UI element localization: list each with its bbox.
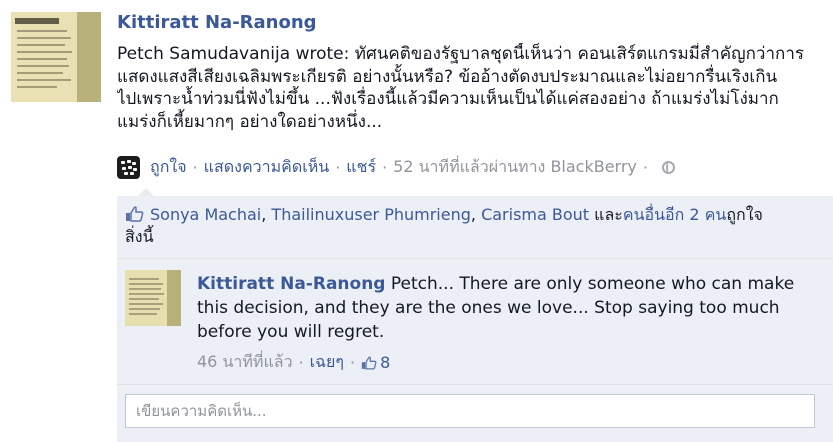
post-timestamp[interactable]: 52 นาทีที่แล้วผ่านทาง BlackBerry <box>393 155 637 180</box>
post-line: Petch Samudavanija wrote: ทัศนคติของรัฐบ… <box>117 44 804 64</box>
post-meta-row: ถูกใจ · แสดงความคิดเห็น · แชร์ · 52 นาที… <box>117 155 675 180</box>
separator: · <box>192 158 198 177</box>
thumbs-up-icon <box>361 356 377 370</box>
comma: , <box>470 205 482 224</box>
comment-timestamp[interactable]: 46 นาทีที่แล้ว <box>197 350 293 375</box>
post-author-name[interactable]: Kittiratt Na-Ranong <box>117 12 317 33</box>
post-body: Petch Samudavanija wrote: ทัศนคติของรัฐบ… <box>117 43 833 133</box>
divider <box>117 258 833 259</box>
liker-name[interactable]: Thailinuxuser Phumrieng <box>271 205 470 224</box>
thumbs-up-icon <box>126 206 144 222</box>
other-likers-link[interactable]: คนอื่นอีก 2 คน <box>623 205 726 224</box>
separator: · <box>298 353 304 372</box>
separator: · <box>382 158 388 177</box>
like-count-value: 8 <box>380 353 391 372</box>
separator: · <box>642 158 648 177</box>
globe-icon[interactable] <box>662 161 675 174</box>
separator: · <box>335 158 341 177</box>
comment-author-name[interactable]: Kittiratt Na-Ranong <box>197 274 385 294</box>
comment-link[interactable]: แสดงความคิดเห็น <box>204 155 330 180</box>
share-link[interactable]: แชร์ <box>346 155 376 180</box>
blackberry-icon <box>117 156 140 179</box>
comment-body: Kittiratt Na-Ranong Petch... There are o… <box>197 272 797 344</box>
post-line: แสดงแสงสีเสียงเฉลิมพระเกียรติ อย่างนั้นห… <box>117 66 778 87</box>
feedback-panel: Sonya Machai, Thailinuxuser Phumrieng, C… <box>117 196 833 442</box>
liker-name[interactable]: Carisma Bout <box>481 205 589 224</box>
write-comment-input[interactable] <box>125 394 815 428</box>
divider <box>117 384 833 385</box>
post-line: ไปเพราะน้ำท่วมนี่ฟังไม่ขึ้น ...ฟังเรื่อง… <box>117 89 779 109</box>
likes-summary: Sonya Machai, Thailinuxuser Phumrieng, C… <box>125 204 775 248</box>
comma: , <box>261 205 272 224</box>
like-link[interactable]: ถูกใจ <box>150 155 187 180</box>
post-line: แมร่งก็เหี้ยมากๆ อย่างใดอย่างหนึ่ง... <box>117 111 383 132</box>
comment-like-count[interactable]: 8 <box>361 353 390 372</box>
comment-avatar[interactable] <box>125 270 181 326</box>
and-text: และ <box>589 205 623 224</box>
comment-meta-row: 46 นาทีที่แล้ว · เฉยๆ · 8 <box>197 350 390 375</box>
author-avatar[interactable] <box>11 12 101 102</box>
liker-name[interactable]: Sonya Machai <box>150 205 261 224</box>
comment-like-link[interactable]: เฉยๆ <box>310 350 344 375</box>
separator: · <box>350 353 356 372</box>
